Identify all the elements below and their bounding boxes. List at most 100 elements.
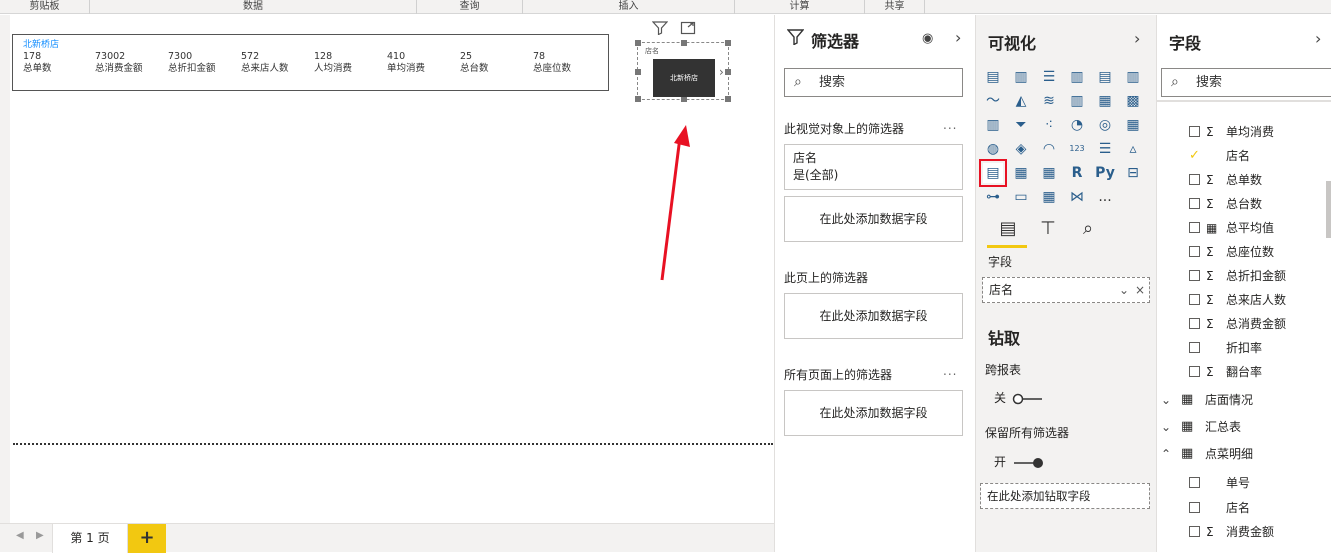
collapse-filters-icon[interactable]: › <box>955 28 961 47</box>
stacked-bar-chart-icon[interactable]: ▤ <box>983 67 1003 87</box>
fields-scrollbar[interactable] <box>1326 181 1331 238</box>
ribbon-chart-icon[interactable]: ▩ <box>1123 91 1143 111</box>
multi-row-card-icon[interactable]: ☰ <box>1095 139 1115 159</box>
table-item[interactable]: ⌄ ▦ 汇总表 <box>1157 415 1327 439</box>
remove-field-icon[interactable]: × <box>1135 278 1145 302</box>
checkbox[interactable] <box>1189 198 1200 209</box>
field-item[interactable]: Σ 总台数 <box>1157 192 1327 216</box>
100-stacked-bar-chart-icon[interactable]: ▤ <box>1095 67 1115 87</box>
chevron-right-icon[interactable]: › <box>719 65 724 79</box>
map-icon[interactable]: ◍ <box>983 139 1003 159</box>
power-apps-icon[interactable]: ⋈ <box>1067 187 1087 207</box>
report-canvas[interactable]: 北新桥店 178 总单数 73002 总消费金额 7300 总折扣金额 572 总来店人… <box>0 15 774 523</box>
checkbox[interactable] <box>1189 222 1200 233</box>
kpi-icon[interactable]: ▵ <box>1123 139 1143 159</box>
prev-page-icon[interactable]: ◀ <box>16 530 24 541</box>
checkbox-checked[interactable]: ✓ <box>1189 149 1200 162</box>
field-item[interactable]: 单号 <box>1157 471 1327 495</box>
page-tab-1[interactable]: 第 1 页 <box>52 524 128 553</box>
pie-chart-icon[interactable]: ◔ <box>1067 115 1087 135</box>
fields-search-input[interactable]: ⌕ 搜索 <box>1161 68 1331 97</box>
area-chart-icon[interactable]: ◭ <box>1011 91 1031 111</box>
filter-icon[interactable] <box>651 21 669 39</box>
treemap-icon[interactable]: ▦ <box>1123 115 1143 135</box>
resize-handle[interactable] <box>635 69 641 75</box>
stacked-area-chart-icon[interactable]: ≋ <box>1039 91 1059 111</box>
funnel-icon[interactable]: ⏷ <box>1011 115 1031 135</box>
matrix-icon[interactable]: ▦ <box>1039 163 1059 183</box>
resize-handle[interactable] <box>635 96 641 102</box>
drill-through-drop-zone[interactable]: 在此处添加钻取字段 <box>980 483 1150 509</box>
visual-filter-drop-zone[interactable]: 在此处添加数据字段 <box>784 196 963 242</box>
focus-mode-icon[interactable] <box>680 21 696 39</box>
cross-report-toggle[interactable]: 关 <box>994 389 1044 406</box>
field-well-store[interactable]: 店名 ⌄ × <box>982 277 1150 303</box>
checkbox[interactable] <box>1189 246 1200 257</box>
format-paint-roller-icon[interactable]: ⊤ <box>1035 218 1061 244</box>
field-item[interactable]: ▦ 总平均值 <box>1157 216 1327 240</box>
clustered-column-chart-icon[interactable]: ▥ <box>1067 67 1087 87</box>
resize-handle[interactable] <box>635 40 641 46</box>
slicer-tile[interactable]: 北新桥店 <box>653 59 715 97</box>
field-item[interactable]: 店名 <box>1157 496 1327 520</box>
collapse-viz-icon[interactable]: › <box>1134 29 1140 48</box>
more-visuals-icon[interactable]: ... <box>1095 187 1115 207</box>
resize-handle[interactable] <box>725 40 731 46</box>
donut-chart-icon[interactable]: ◎ <box>1095 115 1115 135</box>
slicer-visual[interactable]: 店名 北新桥店 › <box>635 40 731 102</box>
checkbox[interactable] <box>1189 526 1200 537</box>
r-visual-icon[interactable]: R <box>1067 163 1087 183</box>
checkbox[interactable] <box>1189 366 1200 377</box>
clustered-bar-chart-icon[interactable]: ☰ <box>1039 67 1059 87</box>
analytics-magnifier-icon[interactable]: ⌕ <box>1075 218 1101 244</box>
filled-map-icon[interactable]: ◈ <box>1011 139 1031 159</box>
table-item[interactable]: ⌄ ▦ 店面情况 <box>1157 388 1327 412</box>
checkbox[interactable] <box>1189 174 1200 185</box>
slicer-icon[interactable]: ▤ <box>979 159 1007 187</box>
chevron-down-icon[interactable]: ⌄ <box>1161 415 1171 439</box>
filters-search-input[interactable]: ⌕ 搜索 <box>784 68 963 97</box>
line-chart-icon[interactable]: 〜 <box>983 91 1003 111</box>
field-item[interactable]: Σ 总来店人数 <box>1157 288 1327 312</box>
collapse-fields-icon[interactable]: › <box>1315 29 1321 48</box>
checkbox[interactable] <box>1189 270 1200 281</box>
multi-row-card[interactable]: 北新桥店 178 总单数 73002 总消费金额 7300 总折扣金额 572 总来店人… <box>12 34 609 91</box>
line-stacked-column-chart-icon[interactable]: ▦ <box>1095 91 1115 111</box>
chevron-down-icon[interactable]: ⌄ <box>1119 278 1129 302</box>
chevron-up-icon[interactable]: ⌃ <box>1161 442 1171 466</box>
add-page-button[interactable]: + <box>128 524 166 553</box>
keep-filters-toggle[interactable]: 开 <box>994 453 1044 470</box>
field-item[interactable]: Σ 总折扣金额 <box>1157 264 1327 288</box>
eye-icon[interactable]: ◉ <box>922 31 933 46</box>
field-item[interactable]: Σ 总消费金额 <box>1157 312 1327 336</box>
gauge-icon[interactable]: ◠ <box>1039 139 1059 159</box>
checkbox[interactable] <box>1189 477 1200 488</box>
chevron-down-icon[interactable]: ⌄ <box>1161 388 1171 412</box>
field-item[interactable]: 折扣率 <box>1157 336 1327 360</box>
field-item[interactable]: Σ 总座位数 <box>1157 240 1327 264</box>
table-icon[interactable]: ▦ <box>1011 163 1031 183</box>
100-stacked-column-chart-icon[interactable]: ▥ <box>1123 67 1143 87</box>
qa-icon[interactable]: ▭ <box>1011 187 1031 207</box>
stacked-column-chart-icon[interactable]: ▥ <box>1011 67 1031 87</box>
key-influencers-icon[interactable]: ⊟ <box>1123 163 1143 183</box>
checkbox[interactable] <box>1189 318 1200 329</box>
filter-card-store[interactable]: 店名 是(全部) <box>784 144 963 190</box>
table-item[interactable]: ⌃ ▦ 点菜明细 <box>1157 442 1327 466</box>
waterfall-chart-icon[interactable]: ▥ <box>983 115 1003 135</box>
page-filter-drop-zone[interactable]: 在此处添加数据字段 <box>784 293 963 339</box>
field-item[interactable]: Σ 单均消费 <box>1157 120 1327 144</box>
line-column-chart-icon[interactable]: ▥ <box>1067 91 1087 111</box>
scatter-chart-icon[interactable]: ⁖ <box>1039 115 1059 135</box>
fields-tab-icon[interactable]: ▤ <box>995 218 1021 244</box>
more-options-icon[interactable]: ... <box>943 118 957 132</box>
checkbox[interactable] <box>1189 126 1200 137</box>
checkbox[interactable] <box>1189 502 1200 513</box>
resize-handle[interactable] <box>681 40 687 46</box>
more-options-icon[interactable]: ... <box>943 364 957 378</box>
report-filter-drop-zone[interactable]: 在此处添加数据字段 <box>784 390 963 436</box>
paginated-report-icon[interactable]: ▦ <box>1039 187 1059 207</box>
resize-handle[interactable] <box>725 96 731 102</box>
checkbox[interactable] <box>1189 294 1200 305</box>
checkbox[interactable] <box>1189 342 1200 353</box>
